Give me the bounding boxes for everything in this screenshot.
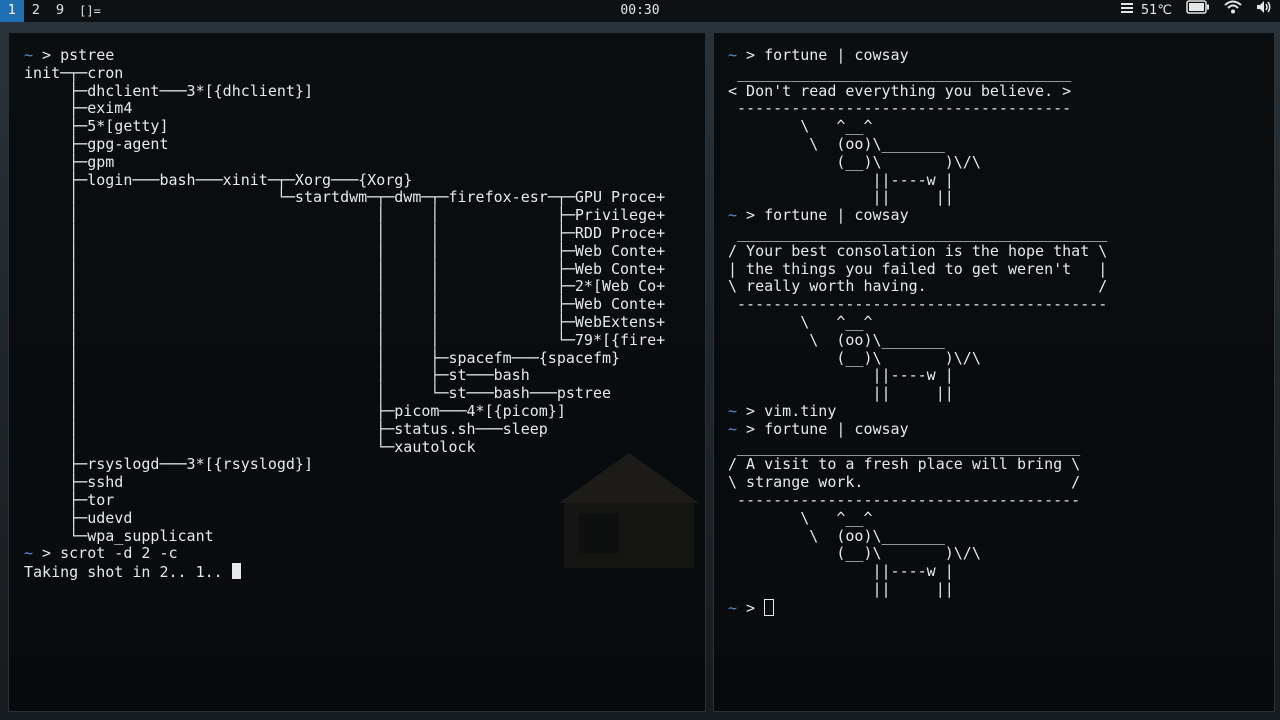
- terminal-line: ├─exim4: [24, 99, 133, 118]
- prompt-tilde: ~: [728, 598, 738, 617]
- terminal-output-left: ~ > pstree init─┬─cron ├─dhclient───3*[{d…: [24, 46, 699, 711]
- terminal-line: ||----w |: [728, 170, 954, 189]
- prompt-tilde: ~: [728, 206, 738, 225]
- terminal-line: / A visit to a fresh place will bring \: [728, 455, 1081, 474]
- terminal-line: ~ > fortune | cowsay: [728, 419, 909, 438]
- prompt-tilde: ~: [24, 544, 34, 563]
- terminal-line: │ │ │ └─79*[{fire+: [24, 330, 666, 349]
- prompt-tilde: ~: [24, 46, 34, 64]
- terminal-line: -------------------------------------: [728, 99, 1072, 118]
- terminal-line: _____________________________________: [728, 63, 1072, 82]
- text-cursor: [764, 598, 775, 616]
- terminal-line: ├─dhclient───3*[{dhclient}]: [24, 81, 313, 100]
- terminal-line: ||----w |: [728, 366, 954, 385]
- terminal-line: │ │ │ ├─WebExtens+: [24, 312, 666, 331]
- terminal-line: │ │ │ ├─Privilege+: [24, 206, 666, 225]
- terminal-line: ├─5*[getty]: [24, 117, 169, 136]
- terminal-line: (__)\ )\/\: [728, 544, 981, 563]
- terminal-line: │ │ │ ├─Web Conte+: [24, 259, 666, 278]
- terminal-line: │ ├─picom───4*[{picom}]: [24, 401, 566, 420]
- terminal-line: \ (oo)\_______: [728, 330, 945, 349]
- temperature-value: 51℃: [1140, 3, 1172, 18]
- terminal-line: ______________________________________: [728, 437, 1081, 456]
- text-cursor: [231, 563, 241, 580]
- prompt-tilde: ~: [728, 46, 738, 64]
- terminal-line: \ (oo)\_______: [728, 526, 945, 545]
- temperature-status: 51℃: [1120, 0, 1172, 22]
- battery-icon[interactable]: [1186, 0, 1210, 22]
- prompt-tilde: ~: [728, 401, 738, 420]
- terminal-output-right: ~ > fortune | cowsay ___________________…: [728, 46, 1268, 711]
- terminal-line: (__)\ )\/\: [728, 348, 981, 367]
- terminal-line: ~ > fortune | cowsay: [728, 206, 909, 225]
- terminal-line: | the things you failed to get weren't |: [728, 259, 1108, 278]
- terminal-line: ├─sshd: [24, 473, 124, 492]
- terminal-line: │ │ ├─st───bash: [24, 366, 530, 385]
- terminal-line: │ ├─status.sh───sleep: [24, 419, 548, 438]
- wifi-icon[interactable]: [1224, 0, 1242, 22]
- terminal-line: ----------------------------------------…: [728, 295, 1108, 314]
- terminal-line: \ strange work. /: [728, 473, 1081, 492]
- terminal-line: │ └─xautolock: [24, 437, 476, 456]
- status-bar: 1 2 9 []= 00:30 51℃: [0, 0, 1280, 22]
- terminal-line: \ ^__^: [728, 117, 873, 136]
- terminal-line: \ ^__^: [728, 508, 873, 527]
- cpu-icon: [1120, 0, 1133, 22]
- terminal-line: │ │ │ ├─2*[Web Co+: [24, 277, 666, 296]
- terminal-line: init─┬─cron: [24, 63, 124, 82]
- status-area: 51℃: [1120, 0, 1272, 22]
- volume-icon[interactable]: [1256, 0, 1272, 22]
- terminal-line: │ │ │ ├─Web Conte+: [24, 295, 666, 314]
- terminal-line: \ really worth having. /: [728, 277, 1108, 296]
- tag-2[interactable]: 2: [24, 0, 48, 22]
- terminal-line: (__)\ )\/\: [728, 152, 981, 171]
- terminal-line: │ └─startdwm─┬─dwm─┬─firefox-esr─┬─GPU P…: [24, 188, 666, 207]
- tag-9[interactable]: 9: [48, 0, 72, 22]
- terminal-line: ├─rsyslogd───3*[{rsyslogd}]: [24, 455, 313, 474]
- terminal-line: ||----w |: [728, 562, 954, 581]
- terminal-line: ~ > fortune | cowsay: [728, 46, 909, 64]
- terminal-window-right[interactable]: ~ > fortune | cowsay ___________________…: [713, 32, 1275, 712]
- terminal-line: < Don't read everything you believe. >: [728, 81, 1072, 100]
- terminal-line: │ │ │ ├─Web Conte+: [24, 241, 666, 260]
- terminal-window-left[interactable]: ~ > pstree init─┬─cron ├─dhclient───3*[{d…: [8, 32, 706, 712]
- terminal-line: \ (oo)\_______: [728, 134, 945, 153]
- terminal-line: / Your best consolation is the hope that…: [728, 241, 1108, 260]
- layout-indicator[interactable]: []=: [78, 0, 102, 22]
- terminal-line: ~ > scrot -d 2 -c: [24, 544, 178, 563]
- terminal-line: │ │ └─st───bash───pstree: [24, 384, 611, 403]
- terminal-line: │ │ ├─spacefm───{spacefm}: [24, 348, 621, 367]
- terminal-line: \ ^__^: [728, 312, 873, 331]
- terminal-line: └─wpa_supplicant: [24, 526, 214, 545]
- terminal-line: || ||: [728, 579, 954, 598]
- terminal-line: ~ >: [728, 598, 1268, 617]
- terminal-line: --------------------------------------: [728, 490, 1081, 509]
- terminal-line: Taking shot in 2.. 1..: [24, 563, 699, 581]
- terminal-line: ├─login───bash───xinit─┬─Xorg───{Xorg}: [24, 170, 413, 189]
- tag-list: 1 2 9 []=: [0, 0, 102, 22]
- terminal-line: ________________________________________…: [728, 223, 1108, 242]
- terminal-line: ~ > vim.tiny: [728, 401, 837, 420]
- terminal-line: || ||: [728, 188, 954, 207]
- terminal-line: ├─udevd: [24, 508, 133, 527]
- prompt-tilde: ~: [728, 419, 738, 438]
- terminal-line: │ │ │ ├─RDD Proce+: [24, 223, 666, 242]
- terminal-line: || ||: [728, 384, 954, 403]
- terminal-line: ├─tor: [24, 490, 115, 509]
- terminal-line: ~ > pstree: [24, 46, 115, 64]
- terminal-line: ├─gpm: [24, 152, 115, 171]
- clock: 00:30: [620, 3, 660, 18]
- terminal-line: ├─gpg-agent: [24, 134, 169, 153]
- tag-1[interactable]: 1: [0, 0, 24, 22]
